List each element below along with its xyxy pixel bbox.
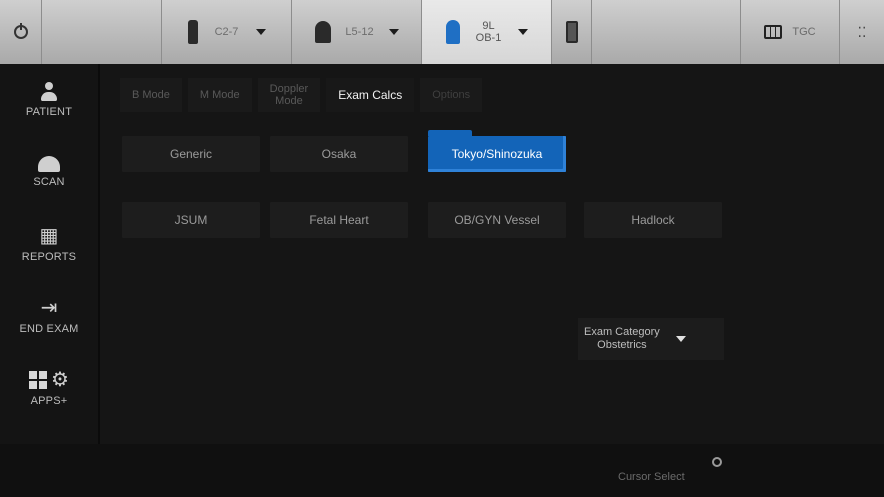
probe-selector-9l[interactable]: 9L OB-1 bbox=[422, 0, 552, 64]
probe-icon bbox=[314, 21, 331, 43]
apps-icon-group: ⚙ bbox=[29, 369, 69, 391]
exit-icon: ⇥ bbox=[40, 297, 58, 319]
probe-icon bbox=[445, 20, 460, 44]
calc-fetal-heart-button[interactable]: Fetal Heart bbox=[270, 202, 408, 238]
sidebar-item-apps[interactable]: ⚙ APPS+ bbox=[0, 352, 98, 424]
calc-jsum-button[interactable]: JSUM bbox=[122, 202, 260, 238]
chevron-down-icon bbox=[388, 29, 399, 35]
calc-hadlock-button[interactable]: Hadlock bbox=[584, 202, 722, 238]
calc-tokyo-shinozuka-button[interactable]: Tokyo/Shinozuka bbox=[428, 130, 566, 172]
device-button[interactable] bbox=[552, 0, 592, 64]
gear-icon: ⚙ bbox=[51, 369, 69, 391]
person-icon bbox=[40, 82, 58, 102]
grid-icon bbox=[29, 371, 48, 389]
dots-icon: ⁚⁚ bbox=[857, 23, 867, 40]
tab-exam-calcs[interactable]: Exam Calcs bbox=[326, 78, 415, 112]
probe-name: 9L OB-1 bbox=[468, 20, 510, 44]
sidebar: PATIENT SCAN ▦ REPORTS ⇥ END EXAM ⚙ APPS… bbox=[0, 64, 98, 444]
sidebar-item-patient[interactable]: PATIENT bbox=[0, 64, 98, 136]
sidebar-item-label: END EXAM bbox=[19, 323, 79, 335]
sidebar-item-label: APPS+ bbox=[30, 395, 68, 407]
chevron-down-icon bbox=[675, 336, 686, 342]
exam-category-text: Exam Category Obstetrics bbox=[584, 326, 660, 352]
probe-selector-c2-7[interactable]: C2-7 bbox=[162, 0, 292, 64]
sidebar-item-end-exam[interactable]: ⇥ END EXAM bbox=[0, 280, 98, 352]
device-icon bbox=[565, 21, 578, 43]
bottom-bar: Cursor Select bbox=[0, 444, 884, 497]
sidebar-item-label: REPORTS bbox=[21, 251, 77, 263]
tab-options[interactable]: Options bbox=[420, 78, 483, 112]
exam-category-label: Exam Category bbox=[584, 326, 660, 338]
probe-name-line1: 9L bbox=[482, 20, 495, 32]
sidebar-item-reports[interactable]: ▦ REPORTS bbox=[0, 208, 98, 280]
exam-category-value: Obstetrics bbox=[597, 339, 647, 351]
probe-selector-l5-12[interactable]: L5-12 bbox=[292, 0, 422, 64]
tab-label-line2: Mode bbox=[275, 95, 303, 107]
sidebar-item-label: SCAN bbox=[33, 176, 65, 188]
mode-tabs: B Mode M Mode Doppler Mode Exam Calcs Op… bbox=[120, 78, 483, 112]
main-panel: B Mode M Mode Doppler Mode Exam Calcs Op… bbox=[100, 64, 884, 444]
probe-scan-icon bbox=[38, 156, 60, 172]
tgc-label: TGC bbox=[792, 26, 816, 38]
tab-label-line1: Doppler bbox=[269, 83, 309, 95]
tab-m-mode[interactable]: M Mode bbox=[187, 78, 252, 112]
calc-generic-button[interactable]: Generic bbox=[122, 136, 260, 172]
sidebar-item-label: PATIENT bbox=[25, 106, 73, 118]
power-icon bbox=[13, 23, 28, 39]
probe-name-line2: OB-1 bbox=[475, 32, 502, 44]
cursor-select-label[interactable]: Cursor Select bbox=[618, 471, 685, 483]
tab-doppler-mode[interactable]: Doppler Mode bbox=[257, 78, 321, 112]
tab-b-mode[interactable]: B Mode bbox=[120, 78, 182, 112]
probe-icon bbox=[187, 20, 198, 44]
exam-category-dropdown[interactable]: Exam Category Obstetrics bbox=[578, 318, 724, 360]
sidebar-item-scan[interactable]: SCAN bbox=[0, 136, 98, 208]
chevron-down-icon bbox=[255, 29, 266, 35]
top-toolbar: C2-7 L5-12 9L OB-1 TGC ⁚⁚ bbox=[0, 0, 884, 64]
probe-name: C2-7 bbox=[214, 26, 239, 38]
keyboard-icon bbox=[764, 25, 783, 39]
more-button[interactable]: ⁚⁚ bbox=[840, 0, 884, 64]
probe-name: L5-12 bbox=[345, 26, 374, 38]
tgc-button[interactable]: TGC bbox=[740, 0, 840, 64]
cursor-icon bbox=[712, 457, 722, 467]
report-icon: ▦ bbox=[39, 225, 59, 247]
power-button[interactable] bbox=[0, 0, 42, 64]
calc-osaka-button[interactable]: Osaka bbox=[270, 136, 408, 172]
calc-ob-gyn-vessel-button[interactable]: OB/GYN Vessel bbox=[428, 202, 566, 238]
toolbar-spacer bbox=[42, 0, 162, 64]
chevron-down-icon bbox=[517, 29, 528, 35]
